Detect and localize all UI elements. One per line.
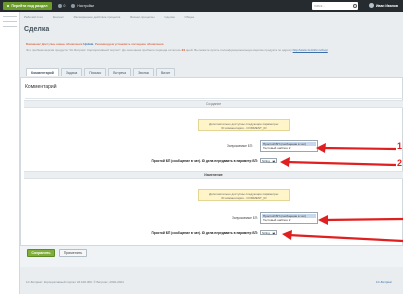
left-sidebar bbox=[0, 12, 20, 294]
listbox-option[interactable]: Тестовый шаблон 2 bbox=[262, 218, 316, 223]
chevron-down-icon bbox=[273, 231, 276, 235]
info-line: ID комментария - COMMENT_ID bbox=[221, 195, 267, 200]
breadcrumb: Рабочий стол Контент Расширенное действи… bbox=[24, 15, 394, 19]
notifications-item[interactable]: 0 bbox=[57, 4, 66, 8]
listbox-option[interactable]: Тестовый шаблон 2 bbox=[262, 146, 316, 151]
trial-days: 24 bbox=[181, 47, 185, 52]
search-icon[interactable] bbox=[352, 3, 357, 8]
switch-section-label: Перейти под раздел bbox=[11, 4, 48, 8]
annotation-number: 2 bbox=[397, 158, 403, 168]
update-link[interactable]: Update bbox=[83, 42, 93, 46]
divider bbox=[25, 98, 403, 99]
search-input[interactable]: поиск... bbox=[312, 2, 358, 10]
settings-item[interactable]: Настройки bbox=[71, 4, 94, 8]
warning-text-end: . Рекомендуем установить последние обнов… bbox=[93, 42, 165, 46]
copyright: 1С-Битрикс: Корпоративный портал 24.100.… bbox=[26, 280, 124, 284]
save-button[interactable]: Сохранить bbox=[27, 249, 55, 257]
settings-label: Настройки bbox=[77, 4, 95, 8]
switch-section-button[interactable]: Перейти под раздел bbox=[3, 2, 52, 10]
panel-title: Комментарий bbox=[25, 84, 57, 90]
bell-icon bbox=[57, 4, 62, 8]
gear-icon bbox=[71, 4, 76, 8]
info-line: ID комментария - COMMENT_ID bbox=[221, 125, 267, 130]
user-menu[interactable]: Иван Иванов bbox=[369, 3, 398, 8]
trial-text: Это пробная версия продукта "1С-Битрикс:… bbox=[26, 47, 181, 52]
avatar bbox=[369, 3, 374, 8]
bp-listbox[interactable]: Простой БП (сообщение в чат) Тестовый ша… bbox=[260, 212, 318, 224]
apply-button[interactable]: Применить bbox=[59, 249, 87, 257]
tab-comment[interactable]: Комментарий bbox=[26, 68, 59, 76]
start-bp-label: Запускаемые БП: bbox=[227, 144, 253, 148]
footer-link[interactable]: 1С-Битрикс bbox=[376, 280, 392, 284]
simple-bp-param-label: Простой БП (сообщение в чат). ID дела пе… bbox=[151, 159, 258, 163]
update-warning: Внимание! Доступны новые обновления Upda… bbox=[26, 42, 396, 52]
sidebar-item[interactable] bbox=[3, 26, 17, 27]
notifications-count: 0 bbox=[63, 4, 66, 8]
breadcrumb-item[interactable]: Контент bbox=[53, 15, 64, 19]
breadcrumb-item[interactable]: Рабочий стол bbox=[24, 15, 43, 19]
section-update-header: Изменение bbox=[24, 171, 403, 179]
param-select[interactable]: String bbox=[260, 230, 277, 235]
tab-letter[interactable]: Письмо bbox=[84, 68, 107, 76]
info-box-update: Дополнительно доступны следующие парамет… bbox=[198, 189, 290, 201]
buy-link[interactable]: http://www.1c-bitrix.ru/buy/ bbox=[293, 48, 328, 52]
chevron-down-icon bbox=[273, 159, 276, 163]
warning-text: Внимание! Доступны новые обновления bbox=[26, 42, 83, 46]
param-select-value: String bbox=[262, 230, 270, 235]
trial-text-end: дней. Вы можете купить полнофункциональн… bbox=[185, 47, 292, 52]
breadcrumb-item[interactable]: Бизнес-процессы bbox=[130, 15, 154, 19]
tab-meeting[interactable]: Встреча bbox=[108, 68, 132, 76]
page-title: Сделка bbox=[24, 26, 50, 33]
sidebar-item[interactable] bbox=[3, 16, 17, 17]
sidebar-item[interactable] bbox=[3, 21, 17, 22]
tab-task[interactable]: Задача bbox=[60, 68, 83, 76]
info-box-create: Дополнительно доступны следующие парамет… bbox=[198, 119, 290, 131]
start-bp-label: Запускаемые БП: bbox=[232, 216, 258, 220]
simple-bp-param-label: Простой БП (сообщение в чат). ID дела пе… bbox=[151, 231, 258, 235]
breadcrumb-item[interactable]: Расширенное действие процесса bbox=[74, 15, 121, 19]
tab-visit[interactable]: Визит bbox=[156, 68, 176, 76]
user-name: Иван Иванов bbox=[376, 3, 398, 8]
bp-listbox[interactable]: Простой БП (сообщение в чат) Тестовый ша… bbox=[260, 140, 318, 152]
circle-icon bbox=[7, 4, 10, 8]
tab-bar: Комментарий Задача Письмо Встреча Звонок… bbox=[26, 68, 177, 76]
breadcrumb-item[interactable]: Общее bbox=[185, 15, 195, 19]
annotation-number: 1 bbox=[397, 141, 403, 151]
param-select[interactable]: String bbox=[260, 158, 277, 163]
breadcrumb-item[interactable]: Сделка bbox=[164, 15, 174, 19]
param-select-value: String bbox=[262, 158, 270, 163]
section-create-header: Создание bbox=[24, 100, 403, 108]
search-placeholder: поиск... bbox=[314, 4, 325, 8]
tab-call[interactable]: Звонок bbox=[133, 68, 155, 76]
